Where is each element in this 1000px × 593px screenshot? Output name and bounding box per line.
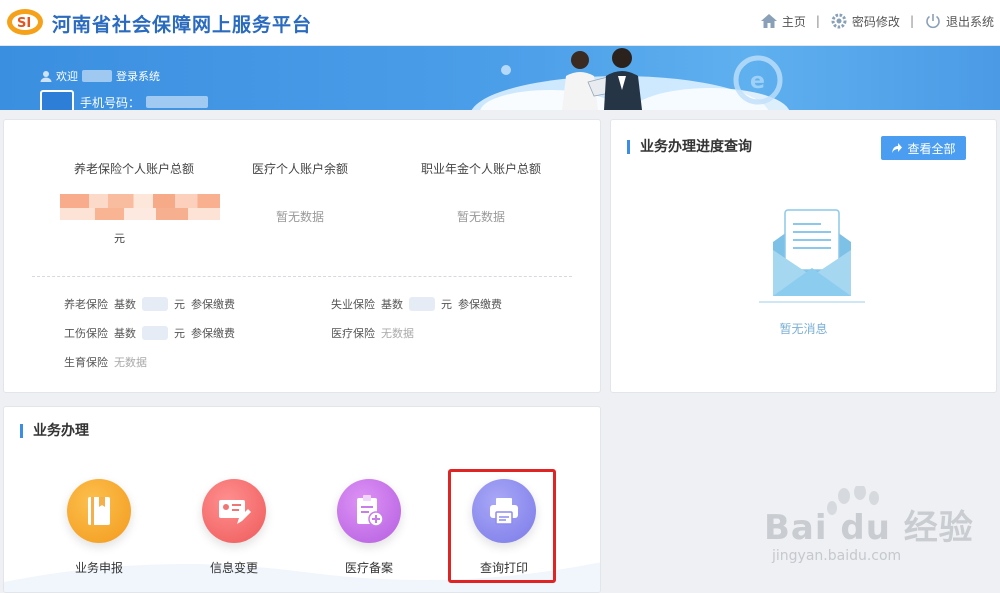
insurance-medical: 医疗保险 无数据 bbox=[331, 325, 414, 341]
welcome-banner: 欢迎 登录系统 手机号码： e bbox=[0, 46, 1000, 110]
username-redacted bbox=[82, 70, 112, 82]
top-header: SI 河南省社会保障网上服务平台 主页 | 密码修改 | 退出系统 bbox=[0, 0, 1000, 46]
pension-amount-redacted-lower bbox=[60, 208, 220, 220]
biz-declare-label: 业务申报 bbox=[74, 561, 123, 575]
account-summary-card: 养老保险个人账户总额 医疗个人账户余额 职业年金个人账户总额 元 暂无数据 暂无… bbox=[3, 119, 601, 393]
logo-text: SI bbox=[17, 16, 31, 31]
biz-declare[interactable]: 业务申报 bbox=[49, 479, 149, 576]
pension-unit: 元 bbox=[114, 232, 125, 245]
nav-logout[interactable]: 退出系统 bbox=[924, 12, 994, 30]
view-all-button[interactable]: 查看全部 bbox=[881, 136, 966, 160]
phone-row: 手机号码： bbox=[40, 90, 209, 110]
power-icon bbox=[926, 14, 940, 29]
base-redacted bbox=[142, 326, 168, 340]
svg-text:e: e bbox=[750, 69, 765, 94]
biz-medical-record[interactable]: 医疗备案 bbox=[319, 479, 419, 576]
top-nav: 主页 | 密码修改 | 退出系统 bbox=[760, 12, 994, 30]
insurance-unit: 元 bbox=[174, 327, 185, 340]
user-icon bbox=[40, 71, 52, 82]
nav-separator: | bbox=[909, 14, 914, 28]
insurance-status: 参保缴费 bbox=[458, 298, 502, 311]
insurance-base-label: 基数 bbox=[114, 298, 136, 311]
base-redacted bbox=[409, 297, 435, 311]
view-all-label: 查看全部 bbox=[907, 141, 956, 156]
biz-query-print-circle bbox=[472, 479, 536, 543]
insurance-injury: 工伤保险 基数 元 参保缴费 bbox=[64, 325, 235, 341]
insurance-pension: 养老保险 基数 元 参保缴费 bbox=[64, 296, 235, 312]
biz-query-print[interactable]: 查询打印 bbox=[454, 479, 554, 576]
biz-declare-circle bbox=[67, 479, 131, 543]
phone-icon bbox=[40, 90, 74, 110]
nav-password-label: 密码修改 bbox=[851, 14, 900, 29]
gear-icon bbox=[831, 13, 847, 29]
biz-query-print-label: 查询打印 bbox=[479, 561, 528, 575]
id-card-edit-icon bbox=[219, 500, 251, 524]
insurance-unit: 元 bbox=[441, 298, 452, 311]
no-message-text: 暂无消息 bbox=[779, 322, 828, 336]
insurance-unit: 元 bbox=[174, 298, 185, 311]
watermark-text: Bai du 经验 bbox=[764, 508, 974, 548]
insurance-name: 养老保险 bbox=[64, 298, 108, 311]
clipboard-plus-icon bbox=[357, 495, 384, 527]
phone-label: 手机号码： bbox=[80, 95, 141, 110]
insurance-base-label: 基数 bbox=[114, 327, 136, 340]
medical-account-value: 暂无数据 bbox=[275, 210, 324, 224]
annuity-account-value: 暂无数据 bbox=[456, 210, 505, 224]
insurance-name: 工伤保险 bbox=[64, 327, 108, 340]
nav-home-label: 主页 bbox=[781, 14, 806, 29]
phone-redacted bbox=[146, 96, 209, 108]
progress-title: 业务办理进度查询 bbox=[627, 140, 752, 154]
nav-logout-label: 退出系统 bbox=[945, 14, 994, 29]
watermark-url: jingyan.baidu.com bbox=[772, 548, 902, 564]
pension-account-label: 养老保险个人账户总额 bbox=[73, 162, 194, 176]
insurance-name: 失业保险 bbox=[331, 298, 375, 311]
business-title: 业务办理 bbox=[20, 424, 89, 438]
insurance-status: 参保缴费 bbox=[191, 298, 235, 311]
insurance-maternity: 生育保险 无数据 bbox=[64, 354, 147, 370]
banner-illustration: e bbox=[471, 48, 790, 110]
biz-info-change-label: 信息变更 bbox=[209, 561, 258, 575]
welcome-prefix: 欢迎 bbox=[56, 70, 78, 83]
biz-medical-record-label: 医疗备案 bbox=[344, 561, 393, 575]
si-logo-icon: SI bbox=[7, 9, 43, 35]
biz-medical-record-circle bbox=[337, 479, 401, 543]
progress-query-card: 业务办理进度查询 查看全部 暂无消息 bbox=[610, 119, 997, 393]
book-icon bbox=[88, 497, 110, 525]
site-title: 河南省社会保障网上服务平台 bbox=[52, 14, 313, 36]
insurance-status: 参保缴费 bbox=[191, 327, 235, 340]
welcome-text: 欢迎 登录系统 bbox=[40, 68, 160, 84]
biz-info-change[interactable]: 信息变更 bbox=[184, 479, 284, 576]
share-arrow-icon bbox=[892, 143, 903, 153]
insurance-name: 生育保险 bbox=[64, 356, 108, 369]
insurance-no-data: 无数据 bbox=[114, 356, 147, 369]
annuity-account-label: 职业年金个人账户总额 bbox=[420, 162, 541, 176]
insurance-unemployment: 失业保险 基数 元 参保缴费 bbox=[331, 296, 502, 312]
insurance-base-label: 基数 bbox=[381, 298, 403, 311]
nav-home[interactable]: 主页 bbox=[760, 12, 806, 30]
printer-icon bbox=[490, 498, 518, 525]
base-redacted bbox=[142, 297, 168, 311]
insurance-name: 医疗保险 bbox=[331, 327, 375, 340]
insurance-no-data: 无数据 bbox=[381, 327, 414, 340]
envelope-icon bbox=[759, 209, 865, 303]
nav-password[interactable]: 密码修改 bbox=[830, 12, 900, 30]
biz-info-change-circle bbox=[202, 479, 266, 543]
divider bbox=[32, 276, 572, 277]
welcome-suffix: 登录系统 bbox=[116, 70, 160, 83]
medical-account-label: 医疗个人账户余额 bbox=[251, 162, 348, 176]
business-card: 业务办理 业务申报 信息变更 医疗备案 查询打印 bbox=[3, 406, 601, 593]
home-icon bbox=[760, 14, 777, 28]
nav-separator: | bbox=[815, 14, 820, 28]
